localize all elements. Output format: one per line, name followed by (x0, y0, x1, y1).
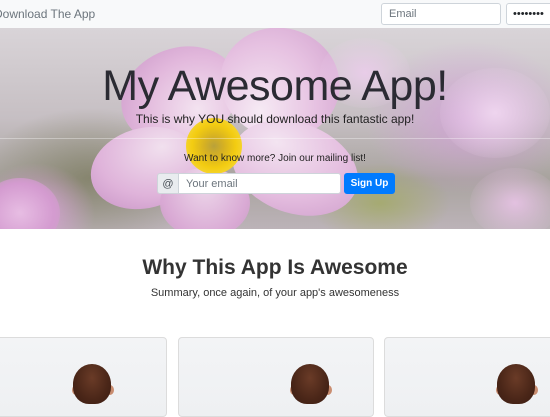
navbar-email-input[interactable] (381, 3, 501, 25)
mailing-list-prompt: Want to know more? Join our mailing list… (184, 153, 366, 164)
sign-up-button[interactable]: Sign Up (344, 173, 395, 194)
feature-card (384, 337, 550, 417)
at-sign-addon: @ (157, 173, 178, 194)
hero-title: My Awesome App! (102, 62, 448, 110)
feature-card (0, 337, 167, 417)
navbar: Download The App (0, 0, 550, 29)
signup-form: @ Sign Up (157, 173, 395, 194)
signup-email-input[interactable] (178, 173, 341, 194)
hero-banner: My Awesome App! This is why YOU should d… (0, 28, 550, 229)
features-subtitle: Summary, once again, of your app's aweso… (150, 287, 400, 299)
features-title: Why This App Is Awesome (142, 256, 408, 279)
hero-subtitle: This is why YOU should download this fan… (135, 112, 415, 126)
navbar-brand[interactable]: Download The App (0, 7, 95, 21)
hero-divider (0, 138, 550, 139)
feature-card (178, 337, 374, 417)
navbar-password-input[interactable] (506, 3, 550, 25)
